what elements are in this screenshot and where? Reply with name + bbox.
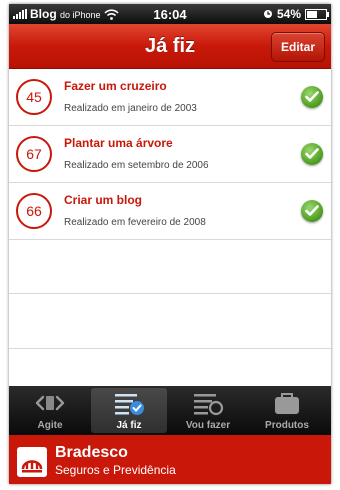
brand-name: Bradesco (55, 444, 128, 461)
shake-icon (35, 395, 65, 411)
bradesco-logo-icon (17, 447, 47, 477)
battery-icon (305, 8, 329, 20)
tab-produtos[interactable]: Produtos (249, 388, 325, 433)
todo-list-icon (194, 394, 224, 416)
alarm-icon (263, 10, 272, 18)
item-number-badge: 66 (16, 193, 52, 229)
phone-screen: Blog do iPhone 16:04 54% Já fiz Editar 4… (9, 4, 331, 484)
item-subtitle: Realizado em setembro de 2006 (64, 160, 209, 171)
item-title: Plantar uma árvore (64, 136, 173, 150)
divider (9, 293, 331, 294)
tab-bar: Agite Já fiz Vou fazer Produtos (9, 386, 331, 435)
list-item[interactable]: 67 Plantar uma árvore Realizado em setem… (9, 126, 331, 183)
item-subtitle: Realizado em janeiro de 2003 (64, 103, 197, 114)
edit-button[interactable]: Editar (271, 32, 325, 62)
item-subtitle: Realizado em fevereiro de 2008 (64, 217, 206, 228)
item-title: Fazer um cruzeiro (64, 79, 167, 93)
check-icon (301, 143, 323, 165)
briefcase-icon (275, 393, 299, 414)
item-number-badge: 45 (16, 79, 52, 115)
tab-agite[interactable]: Agite (12, 388, 88, 433)
tab-vou-fazer[interactable]: Vou fazer (170, 388, 246, 433)
tab-label: Vou fazer (185, 420, 231, 431)
item-title: Criar um blog (64, 193, 143, 207)
checklist-icon (115, 394, 144, 415)
status-bar: Blog do iPhone 16:04 54% (9, 4, 331, 24)
list-item[interactable]: 45 Fazer um cruzeiro Realizado em janeir… (9, 69, 331, 126)
done-list: 45 Fazer um cruzeiro Realizado em janeir… (9, 69, 331, 240)
divider (9, 348, 331, 349)
tab-label: Agite (37, 420, 63, 431)
list-item[interactable]: 66 Criar um blog Realizado em fevereiro … (9, 183, 331, 240)
brand-tagline: Seguros e Previdência (55, 463, 176, 477)
item-number-badge: 67 (16, 136, 52, 172)
navigation-bar: Já fiz Editar (9, 24, 331, 69)
tab-label: Produtos (265, 420, 309, 431)
tab-ja-fiz[interactable]: Já fiz (91, 388, 167, 433)
tab-label: Já fiz (116, 420, 142, 431)
check-icon (301, 200, 323, 222)
battery-percent: 54% (276, 7, 301, 21)
check-icon (301, 86, 323, 108)
sponsor-banner[interactable]: Bradesco Seguros e Previdência (9, 435, 331, 484)
